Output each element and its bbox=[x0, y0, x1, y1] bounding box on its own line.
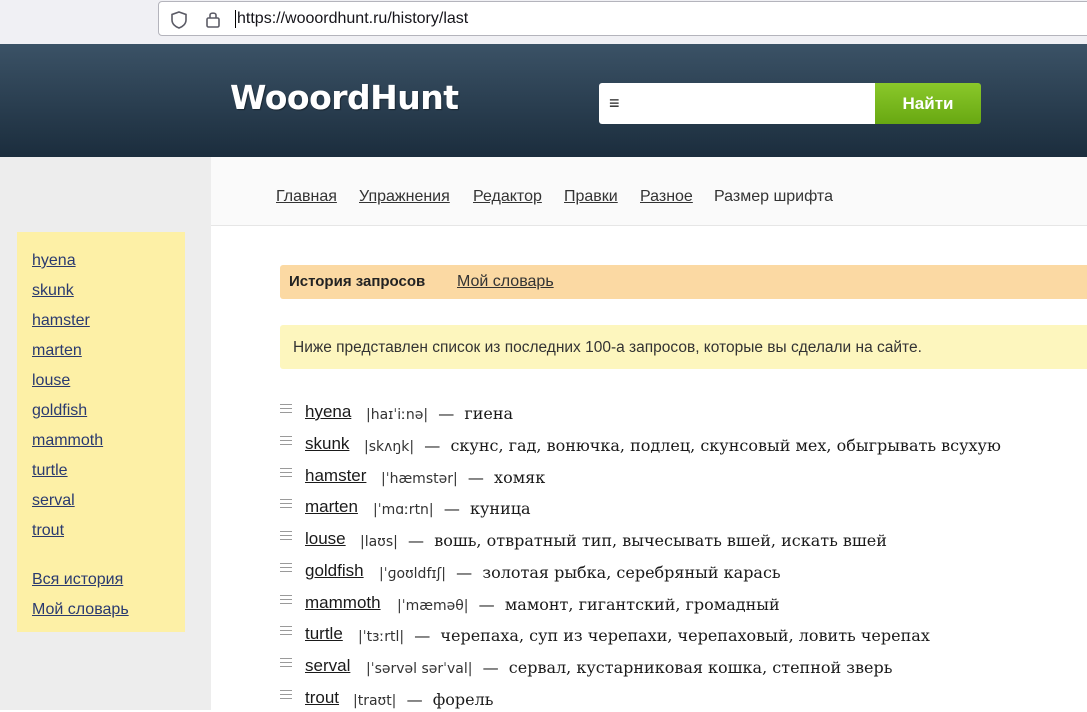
info-text: Ниже представлен список из последних 100… bbox=[293, 339, 922, 356]
site-header: WooordHunt ≡ Найти bbox=[0, 44, 1087, 157]
history-word[interactable]: skunk bbox=[305, 434, 349, 454]
nav-misc[interactable]: Разное bbox=[640, 188, 693, 206]
history-word[interactable]: turtle bbox=[305, 624, 343, 644]
nav-edits[interactable]: Правки bbox=[564, 188, 618, 206]
menu-icon[interactable]: ≡ bbox=[609, 93, 620, 114]
translation: хомяк bbox=[494, 468, 546, 487]
transcription: |ˈtɜːrtl| bbox=[358, 629, 405, 645]
transcription: |ˈɡoʊldfɪʃ| bbox=[379, 566, 446, 582]
history-word[interactable]: mammoth bbox=[305, 593, 381, 613]
sidebar-item-mammoth[interactable]: mammoth bbox=[32, 432, 103, 450]
nav-exercises[interactable]: Упражнения bbox=[359, 188, 450, 206]
sidebar-item-goldfish[interactable]: goldfish bbox=[32, 402, 87, 420]
sidebar-item-turtle[interactable]: turtle bbox=[32, 462, 68, 480]
transcription: |laʊs| bbox=[360, 534, 398, 550]
translation: куница bbox=[470, 499, 531, 518]
drag-handle-icon[interactable] bbox=[280, 626, 292, 636]
transcription: |ˈmɑːrtn| bbox=[373, 502, 434, 518]
transcription: |ˈhæmstər| bbox=[381, 471, 458, 487]
tab-my-dictionary[interactable]: Мой словарь bbox=[457, 273, 554, 291]
drag-handle-icon[interactable] bbox=[280, 595, 292, 605]
translation: мамонт, гигантский, громадный bbox=[504, 595, 780, 614]
drag-handle-icon[interactable] bbox=[280, 468, 292, 478]
history-word[interactable]: trout bbox=[305, 688, 339, 708]
sidebar-item-hamster[interactable]: hamster bbox=[32, 312, 90, 330]
drag-handle-icon[interactable] bbox=[280, 404, 292, 414]
translation: форель bbox=[432, 690, 494, 709]
sidebar-item-hyena[interactable]: hyena bbox=[32, 252, 76, 270]
shield-icon[interactable] bbox=[169, 10, 189, 35]
drag-handle-icon[interactable] bbox=[280, 658, 292, 668]
history-word[interactable]: goldfish bbox=[305, 561, 364, 581]
address-bar[interactable]: https://wooordhunt.ru/history/last bbox=[158, 1, 1087, 36]
search-button[interactable]: Найти bbox=[875, 83, 981, 124]
lock-icon[interactable] bbox=[204, 9, 222, 34]
transcription: |ˈmæməθ| bbox=[397, 598, 469, 614]
translation: гиена bbox=[464, 404, 514, 423]
history-word[interactable]: serval bbox=[305, 656, 350, 676]
search-input[interactable]: ≡ bbox=[599, 83, 875, 124]
my-dictionary-sidebar-link[interactable]: Мой словарь bbox=[32, 601, 129, 619]
translation: вошь, отвратный тип, вычесывать вшей, ис… bbox=[434, 531, 887, 550]
left-column: hyena skunk hamster marten louse goldfis… bbox=[0, 157, 211, 710]
translation: сервал, кустарниковая кошка, степной зве… bbox=[508, 658, 893, 677]
translation: черепаха, суп из черепахи, черепаховый, … bbox=[440, 626, 930, 645]
drag-handle-icon[interactable] bbox=[280, 531, 292, 541]
drag-handle-icon[interactable] bbox=[280, 499, 292, 509]
history-word[interactable]: hamster bbox=[305, 466, 366, 486]
sidebar-item-serval[interactable]: serval bbox=[32, 492, 75, 510]
sidebar-item-marten[interactable]: marten bbox=[32, 342, 82, 360]
recent-words-sidebar: hyena skunk hamster marten louse goldfis… bbox=[17, 232, 185, 632]
dash: — bbox=[456, 563, 473, 582]
dash: — bbox=[467, 468, 484, 487]
sidebar-item-trout[interactable]: trout bbox=[32, 522, 64, 540]
sidebar-item-skunk[interactable]: skunk bbox=[32, 282, 74, 300]
transcription: |traʊt| bbox=[353, 693, 397, 709]
transcription: |skʌŋk| bbox=[364, 439, 415, 455]
drag-handle-icon[interactable] bbox=[280, 436, 292, 446]
nav-home[interactable]: Главная bbox=[276, 188, 337, 206]
site-logo[interactable]: WooordHunt bbox=[230, 78, 459, 117]
browser-toolbar: https://wooordhunt.ru/history/last bbox=[0, 0, 1087, 44]
dash: — bbox=[478, 595, 495, 614]
info-box: Ниже представлен список из последних 100… bbox=[280, 325, 1087, 369]
nav-editor[interactable]: Редактор bbox=[473, 188, 542, 206]
all-history-link[interactable]: Вся история bbox=[32, 571, 123, 589]
main-nav: Главная Упражнения Редактор Правки Разно… bbox=[211, 157, 1087, 226]
transcription: |haɪˈiːnə| bbox=[366, 407, 429, 423]
history-word[interactable]: louse bbox=[305, 529, 346, 549]
sidebar-item-louse[interactable]: louse bbox=[32, 372, 70, 390]
dash: — bbox=[414, 626, 431, 645]
drag-handle-icon[interactable] bbox=[280, 563, 292, 573]
transcription: |ˈsərvəl sərˈval| bbox=[366, 661, 473, 677]
tab-history: История запросов bbox=[289, 273, 426, 290]
translation: скунс, гад, вонючка, подлец, скунсовый м… bbox=[450, 436, 1001, 455]
url-text[interactable]: https://wooordhunt.ru/history/last bbox=[235, 10, 468, 28]
drag-handle-icon[interactable] bbox=[280, 690, 292, 700]
translation: золотая рыбка, серебряный карась bbox=[482, 563, 781, 582]
nav-font-size[interactable]: Размер шрифта bbox=[714, 188, 833, 206]
history-tabs: История запросов Мой словарь bbox=[280, 265, 1087, 299]
dash: — bbox=[443, 499, 460, 518]
dash: — bbox=[408, 531, 425, 550]
dash: — bbox=[406, 690, 423, 709]
dash: — bbox=[438, 404, 455, 423]
history-word[interactable]: hyena bbox=[305, 402, 351, 422]
dash: — bbox=[424, 436, 441, 455]
dash: — bbox=[482, 658, 499, 677]
history-word[interactable]: marten bbox=[305, 497, 358, 517]
